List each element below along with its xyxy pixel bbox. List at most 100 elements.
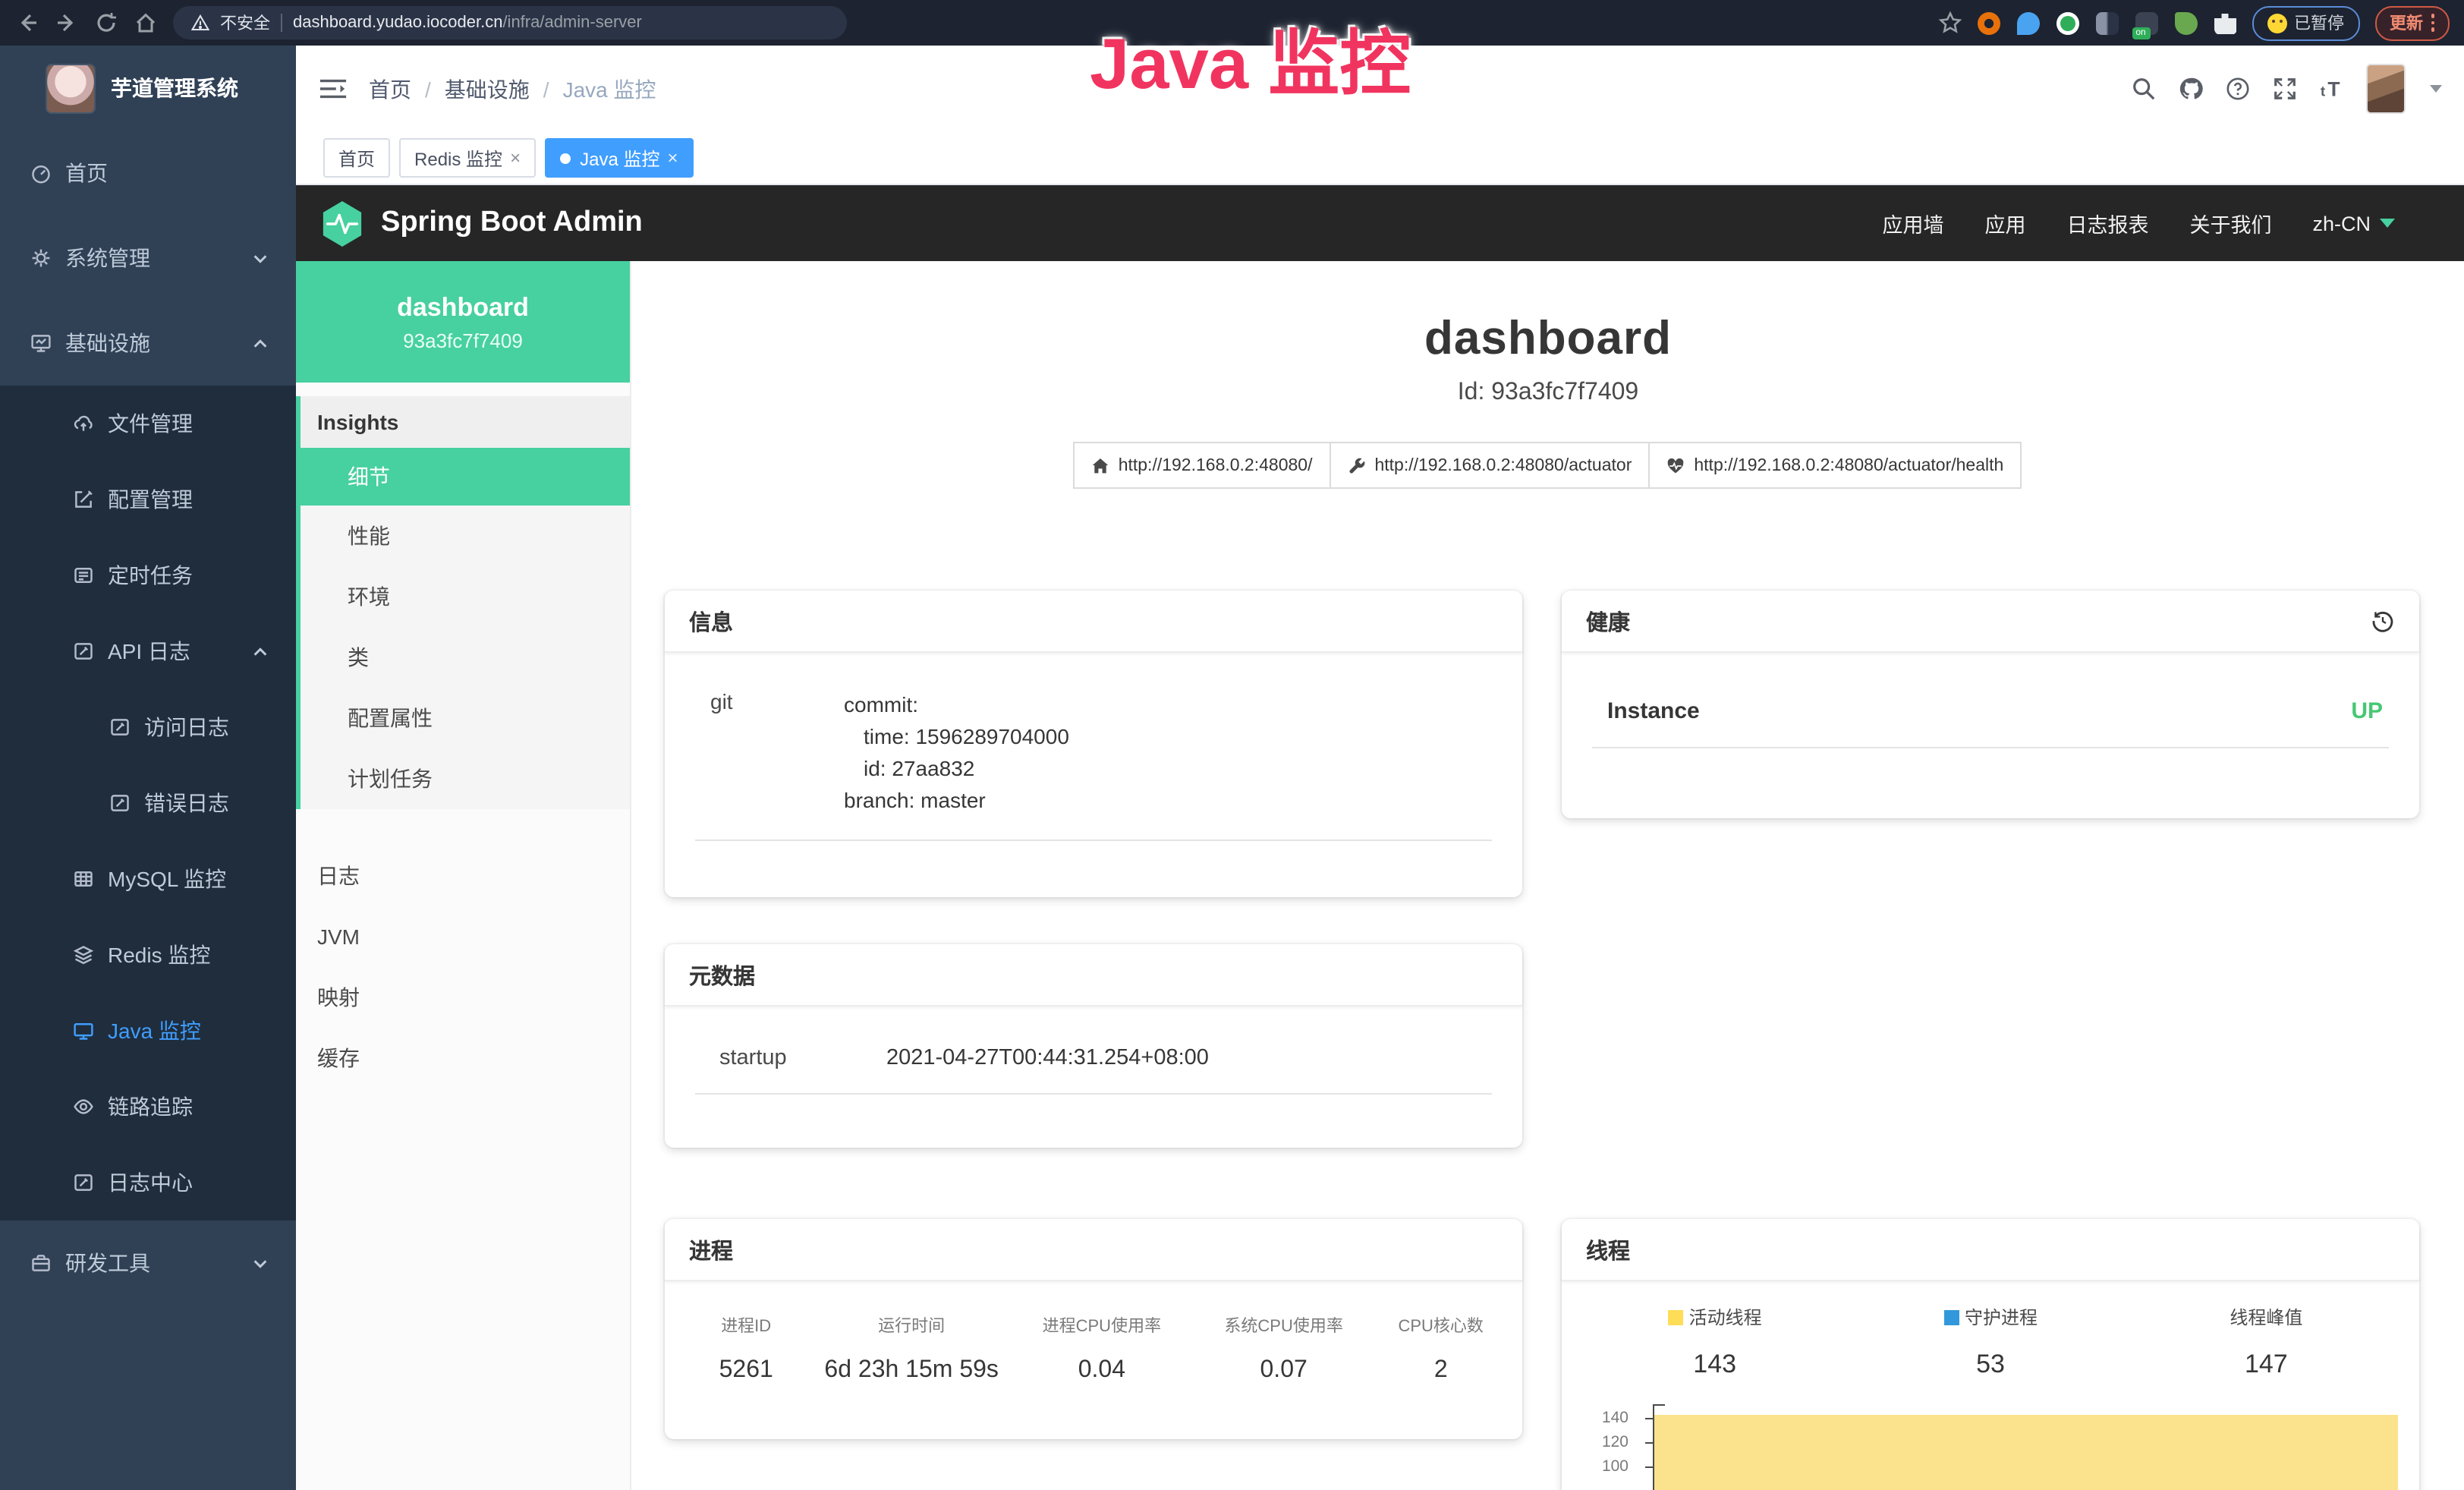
sba-menu-loggers[interactable]: 日志 <box>296 846 630 906</box>
app-logo[interactable]: 芋道管理系统 <box>0 46 296 131</box>
svg-text:t: t <box>2321 83 2326 99</box>
sba-menu-jvm[interactable]: JVM <box>296 906 630 967</box>
home-nav-icon[interactable] <box>134 11 158 35</box>
breadcrumb-home[interactable]: 首页 <box>369 74 411 104</box>
extension-icon[interactable] <box>2174 11 2197 34</box>
tag-java-monitor[interactable]: Java 监控× <box>545 138 693 178</box>
database-icon <box>73 868 94 890</box>
sba-instance-header[interactable]: dashboard 93a3fc7f7409 <box>296 261 630 383</box>
sba-menu-metrics[interactable]: 性能 <box>296 506 630 566</box>
sidebar-item-tracing[interactable]: 链路追踪 <box>0 1069 296 1145</box>
sba-menu-config-props[interactable]: 配置属性 <box>296 688 630 748</box>
infra-monitor-icon <box>30 332 52 354</box>
col-value: 0.07 <box>1193 1357 1375 1384</box>
security-label[interactable]: 不安全 <box>220 11 270 35</box>
sidebar-item-dev-tools[interactable]: 研发工具 <box>0 1221 296 1306</box>
breadcrumb-separator: / <box>425 77 431 101</box>
y-tick-mark <box>1645 1418 1653 1419</box>
sba-nav-applications[interactable]: 应用 <box>1984 208 2025 238</box>
monitor-icon <box>73 1020 94 1041</box>
sidebar-item-home[interactable]: 首页 <box>0 131 296 216</box>
instance-links: http://192.168.0.2:48080/ http://192.168… <box>631 442 2464 489</box>
sidebar-item-mysql-monitor[interactable]: MySQL 监控 <box>0 841 296 917</box>
font-size-icon[interactable]: tT <box>2319 76 2345 102</box>
back-icon[interactable] <box>15 11 39 35</box>
chevron-up-icon <box>252 335 269 351</box>
user-avatar[interactable] <box>2366 64 2406 114</box>
extension-icon[interactable] <box>2016 11 2039 34</box>
reload-icon[interactable] <box>94 11 118 35</box>
sidebar-item-api-log[interactable]: API 日志 <box>0 613 296 689</box>
sba-locale-select[interactable]: zh-CN <box>2312 212 2395 235</box>
browser-menu-icon[interactable] <box>2431 14 2434 32</box>
extension-icon[interactable] <box>2095 11 2118 34</box>
sba-navbar: Spring Boot Admin 应用墙 应用 日志报表 关于我们 zh-CN <box>296 185 2464 261</box>
col-value: 2 <box>1375 1357 1507 1384</box>
update-button[interactable]: 更新 <box>2374 5 2450 40</box>
sba-menu-details[interactable]: 细节 <box>296 448 630 506</box>
breadcrumb-infra[interactable]: 基础设施 <box>445 74 530 104</box>
col-value: 5261 <box>680 1357 812 1384</box>
sba-menu-environment[interactable]: 环境 <box>296 566 630 627</box>
status-badge: UP <box>2351 698 2383 724</box>
extension-icon[interactable]: on <box>2135 11 2157 34</box>
paused-badge[interactable]: 已暂停 <box>2252 5 2359 40</box>
search-icon[interactable] <box>2131 76 2157 102</box>
avatar-caret-icon[interactable] <box>2430 85 2442 93</box>
sidebar-item-error-log[interactable]: 错误日志 <box>0 765 296 841</box>
sidebar-item-config-management[interactable]: 配置管理 <box>0 461 296 537</box>
extension-icon[interactable] <box>2214 11 2236 34</box>
metadata-value: 2021-04-27T00:44:31.254+08:00 <box>886 1046 1209 1070</box>
sba-nav-wallboard[interactable]: 应用墙 <box>1882 208 1943 238</box>
health-url-button[interactable]: http://192.168.0.2:48080/actuator/health <box>1648 442 2022 489</box>
legend-value: 53 <box>1976 1350 2005 1380</box>
sba-brand[interactable]: Spring Boot Admin <box>320 200 643 247</box>
legend-swatch-yellow <box>1668 1309 1683 1325</box>
sidebar-item-redis-monitor[interactable]: Redis 监控 <box>0 917 296 993</box>
address-bar[interactable]: 不安全 dashboard.yudao.iocoder.cn/infra/adm… <box>173 6 847 39</box>
sidebar-item-access-log[interactable]: 访问日志 <box>0 689 296 765</box>
extension-icon[interactable] <box>1977 11 2000 34</box>
forward-icon[interactable] <box>55 11 79 35</box>
breadcrumb-current: Java 监控 <box>563 74 656 104</box>
collapse-sidebar-icon[interactable] <box>319 76 348 102</box>
github-icon[interactable] <box>2178 76 2204 102</box>
extension-icon[interactable] <box>2056 11 2079 34</box>
fullscreen-icon[interactable] <box>2272 76 2298 102</box>
col-header: 进程CPU使用率 <box>1011 1313 1193 1337</box>
y-axis-cap <box>1653 1404 1665 1406</box>
sidebar-item-scheduled-jobs[interactable]: 定时任务 <box>0 537 296 613</box>
actuator-url-button[interactable]: http://192.168.0.2:48080/actuator <box>1329 442 1650 489</box>
help-icon[interactable] <box>2225 76 2251 102</box>
dashboard-icon <box>30 162 52 184</box>
sba-menu-caches[interactable]: 缓存 <box>296 1028 630 1088</box>
logo-avatar <box>46 63 96 113</box>
sba-menu-mappings[interactable]: 映射 <box>296 967 630 1028</box>
metadata-card-title: 元数据 <box>689 959 755 991</box>
metadata-card: 元数据 startup 2021-04-27T00:44:31.254+08:0… <box>665 944 1522 1148</box>
sidebar-item-file-management[interactable]: 文件管理 <box>0 386 296 461</box>
tag-home[interactable]: 首页 <box>323 138 390 178</box>
health-instance-row: Instance UP <box>1562 653 2419 724</box>
sba-menu-scheduled-tasks[interactable]: 计划任务 <box>296 748 630 809</box>
sidebar-item-log-center[interactable]: 日志中心 <box>0 1145 296 1221</box>
close-icon[interactable]: × <box>510 147 521 169</box>
info-card: 信息 git commit: time: 1596289704000 id: 2… <box>665 591 1522 897</box>
close-icon[interactable]: × <box>667 147 678 169</box>
sidebar-item-java-monitor[interactable]: Java 监控 <box>0 993 296 1069</box>
history-icon[interactable] <box>2371 609 2395 633</box>
tag-redis-monitor[interactable]: Redis 监控× <box>399 138 536 178</box>
bookmark-star-icon[interactable] <box>1937 11 1962 35</box>
warning-icon <box>191 14 209 32</box>
url-text[interactable]: dashboard.yudao.iocoder.cn/infra/admin-s… <box>293 14 642 32</box>
sidebar-item-infra[interactable]: 基础设施 <box>0 301 296 386</box>
sba-nav-about[interactable]: 关于我们 <box>2189 208 2271 238</box>
sba-nav-journal[interactable]: 日志报表 <box>2066 208 2148 238</box>
y-tick-label: 100 <box>1580 1457 1629 1476</box>
service-url-button[interactable]: http://192.168.0.2:48080/ <box>1073 442 1331 489</box>
y-tick-label: 140 <box>1580 1409 1629 1427</box>
log-icon <box>109 717 131 738</box>
sba-menu-classes[interactable]: 类 <box>296 627 630 688</box>
sidebar-item-system[interactable]: 系统管理 <box>0 216 296 301</box>
emoji-face-icon <box>2267 13 2286 33</box>
